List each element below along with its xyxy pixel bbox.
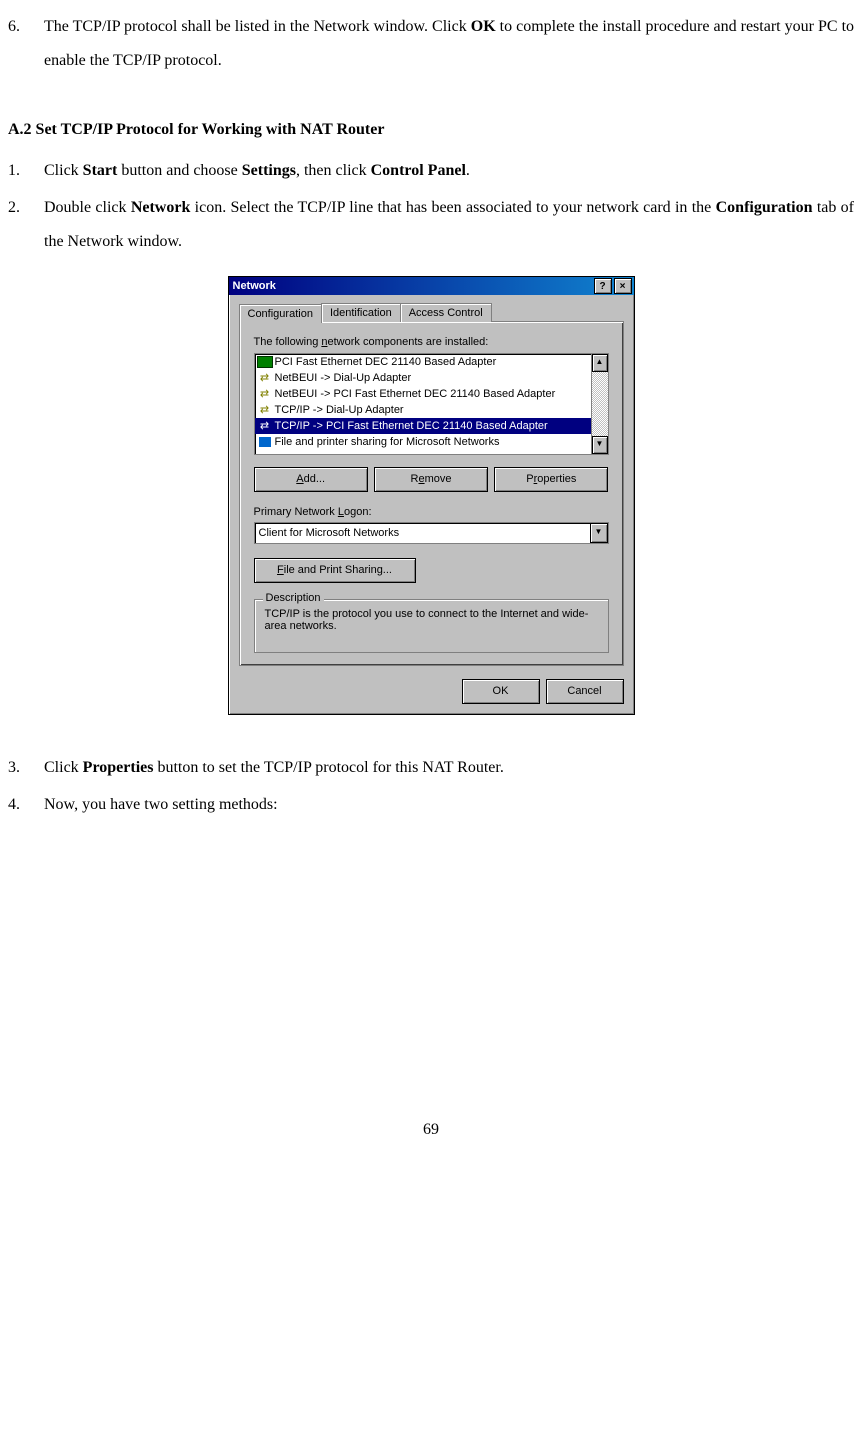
text-segment: Primary Network [254,506,338,518]
list-item-selected[interactable]: ⇄TCP/IP -> PCI Fast Ethernet DEC 21140 B… [255,418,591,434]
tab-panel-configuration: The following network components are ins… [239,321,624,665]
network-dialog: Network ? × Configuration Identification… [228,276,635,714]
components-listbox[interactable]: PCI Fast Ethernet DEC 21140 Based Adapte… [254,353,609,455]
help-button[interactable]: ? [594,278,612,294]
btn-text: operties [537,473,576,485]
list-items: PCI Fast Ethernet DEC 21140 Based Adapte… [255,354,591,454]
add-button[interactable]: Add... [254,467,368,492]
description-text: TCP/IP is the protocol you use to connec… [265,608,598,632]
btn-text: P [526,473,533,485]
scrollbar[interactable]: ▲ ▼ [591,354,608,454]
screenshot-container: Network ? × Configuration Identification… [8,276,854,714]
tab-configuration[interactable]: Configuration [239,304,322,323]
mnemonic: F [277,564,284,576]
combobox-value: Client for Microsoft Networks [255,527,590,539]
bold-properties: Properties [83,759,154,776]
service-icon [257,435,273,449]
text-segment: The TCP/IP protocol shall be listed in t… [44,18,471,35]
item-number: 4. [8,788,44,822]
btn-text: move [425,473,452,485]
window-title: Network [231,280,592,292]
text-segment: ogon: [344,506,372,518]
file-print-sharing-button[interactable]: File and Print Sharing... [254,558,416,583]
text-segment: Click [44,759,83,776]
components-label: The following network components are ins… [254,336,609,348]
scroll-track[interactable] [592,372,608,436]
list-item-2: 2. Double click Network icon. Select the… [8,191,854,264]
text-segment: , then click [296,162,371,179]
dialog-footer: OK Cancel [229,673,634,714]
section-heading-a2: A.2 Set TCP/IP Protocol for Working with… [8,119,854,141]
close-button[interactable]: × [614,278,632,294]
list-item-text: PCI Fast Ethernet DEC 21140 Based Adapte… [275,356,497,368]
mnemonic: A [296,473,303,485]
text-segment: Click [44,162,83,179]
item-text: Now, you have two setting methods: [44,788,854,822]
btn-text: dd... [304,473,325,485]
remove-button[interactable]: Remove [374,467,488,492]
titlebar[interactable]: Network ? × [229,277,634,295]
list-item-1: 1. Click Start button and choose Setting… [8,154,854,188]
list-item[interactable]: File and printer sharing for Microsoft N… [255,434,591,450]
list-item[interactable]: ⇄NetBEUI -> Dial-Up Adapter [255,370,591,386]
btn-text: ile and Print Sharing... [284,564,392,576]
list-item-text: NetBEUI -> Dial-Up Adapter [275,372,412,384]
list-item-3: 3. Click Properties button to set the TC… [8,751,854,785]
tab-strip: Configuration Identification Access Cont… [239,303,624,322]
scroll-up-icon[interactable]: ▲ [592,354,608,372]
item-text: Double click Network icon. Select the TC… [44,191,854,258]
list-item-4: 4. Now, you have two setting methods: [8,788,854,822]
text-segment: etwork components are installed: [328,336,489,348]
tab-access-control[interactable]: Access Control [400,303,492,322]
ok-button[interactable]: OK [462,679,540,704]
dialog-body: Configuration Identification Access Cont… [229,295,634,672]
protocol-icon: ⇄ [257,387,273,401]
bold-ok: OK [471,18,496,35]
bold-settings: Settings [242,162,296,179]
tab-identification[interactable]: Identification [321,303,401,322]
list-item-text: TCP/IP -> Dial-Up Adapter [275,404,404,416]
logon-label: Primary Network Logon: [254,506,609,518]
text-segment: button and choose [117,162,241,179]
page-number: 69 [8,1122,854,1138]
item-text: The TCP/IP protocol shall be listed in t… [44,10,854,77]
bold-control-panel: Control Panel [371,162,466,179]
description-groupbox: Description TCP/IP is the protocol you u… [254,599,609,653]
list-item-text: NetBEUI -> PCI Fast Ethernet DEC 21140 B… [275,388,556,400]
properties-button[interactable]: Properties [494,467,608,492]
list-item-text: File and printer sharing for Microsoft N… [275,436,500,448]
bold-start: Start [83,162,118,179]
text-segment: Double click [44,199,131,216]
protocol-icon: ⇄ [257,419,273,433]
scroll-down-icon[interactable]: ▼ [592,436,608,454]
item-text: Click Properties button to set the TCP/I… [44,751,854,785]
item-number: 3. [8,751,44,785]
item-text: Click Start button and choose Settings, … [44,154,854,188]
list-item-6: 6. The TCP/IP protocol shall be listed i… [8,10,854,83]
text-segment: The following [254,336,322,348]
protocol-icon: ⇄ [257,371,273,385]
protocol-icon: ⇄ [257,403,273,417]
adapter-icon [257,355,273,369]
list-item-text: TCP/IP -> PCI Fast Ethernet DEC 21140 Ba… [275,420,548,432]
text-segment: . [466,162,470,179]
text-segment: button to set the TCP/IP protocol for th… [153,759,503,776]
chevron-down-icon[interactable]: ▼ [590,523,608,543]
bold-configuration: Configuration [716,199,813,216]
primary-logon-combobox[interactable]: Client for Microsoft Networks ▼ [254,522,609,544]
list-item[interactable]: ⇄NetBEUI -> PCI Fast Ethernet DEC 21140 … [255,386,591,402]
item-number: 6. [8,10,44,83]
text-segment: icon. Select the TCP/IP line that has be… [190,199,715,216]
list-item[interactable]: ⇄TCP/IP -> Dial-Up Adapter [255,402,591,418]
groupbox-title: Description [263,592,324,604]
item-number: 1. [8,154,44,188]
button-row: Add... Remove Properties [254,467,609,492]
bold-network: Network [131,199,191,216]
cancel-button[interactable]: Cancel [546,679,624,704]
list-item[interactable]: PCI Fast Ethernet DEC 21140 Based Adapte… [255,354,591,370]
item-number: 2. [8,191,44,264]
